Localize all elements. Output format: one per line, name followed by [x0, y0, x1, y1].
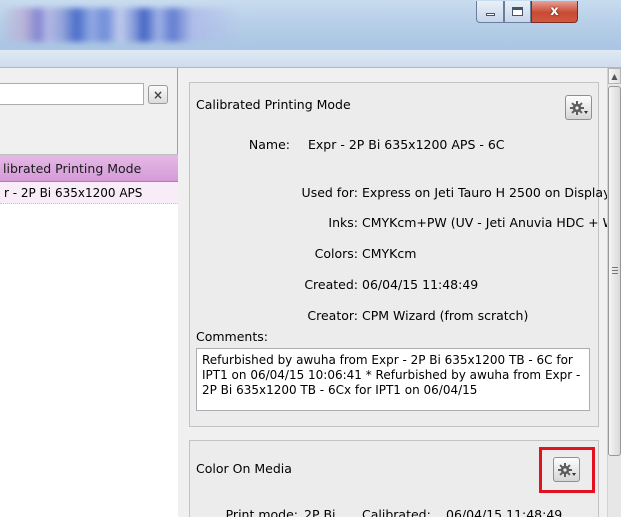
print-mode-value: 2P Bi [304, 507, 336, 517]
used-for-label: Used for: [301, 185, 358, 200]
cpm-card: Calibrated Printing Mode Name: Expr - 2P… [189, 82, 621, 427]
used-for-value: Express on Jeti Tauro H 2500 on Display [362, 185, 611, 200]
scrollbar-thumb[interactable] [608, 86, 621, 456]
cpm-gear-button[interactable] [565, 95, 592, 120]
minimize-button[interactable] [476, 1, 504, 23]
comments-textarea[interactable]: Refurbished by awuha from Expr - 2P Bi 6… [196, 348, 590, 411]
maximize-button[interactable] [504, 1, 531, 23]
created-value: 06/04/15 11:48:49 [362, 277, 479, 292]
list-item[interactable]: r - 2P Bi 635x1200 APS [0, 182, 178, 204]
close-icon: × [152, 87, 164, 102]
minimize-icon [485, 13, 495, 16]
name-label: Name: [248, 137, 290, 152]
colors-value: CMYKcm [362, 246, 417, 261]
search-input[interactable] [0, 83, 144, 105]
arrow-up-icon: ▲ [611, 71, 618, 81]
app-icon-strip [0, 8, 240, 42]
title-bar: x [0, 0, 621, 50]
cpm-list: librated Printing Mode r - 2P Bi 635x120… [0, 154, 178, 517]
close-icon: x [550, 4, 559, 19]
calibrated-value: 06/04/15 11:48:49 [446, 507, 563, 517]
calibrated-label: Calibrated: [362, 507, 431, 517]
highlight-box [539, 447, 595, 493]
cpm-card-title: Calibrated Printing Mode [196, 97, 351, 112]
scroll-up-button[interactable]: ▲ [608, 68, 621, 84]
colors-label: Colors: [314, 246, 358, 261]
gear-dropdown-icon [569, 100, 588, 115]
close-button[interactable]: x [531, 1, 578, 23]
clear-search-button[interactable]: × [148, 85, 168, 104]
maximize-icon [512, 7, 523, 16]
comments-label: Comments: [196, 329, 268, 344]
name-value: Expr - 2P Bi 635x1200 APS - 6C [308, 137, 505, 152]
details-pane: Calibrated Printing Mode Name: Expr - 2P… [179, 68, 621, 517]
inks-label: Inks: [328, 215, 358, 230]
creator-value: CPM Wizard (from scratch) [362, 308, 529, 323]
inks-value: CMYKcm+PW (UV - Jeti Anuvia HDC + White [362, 215, 621, 230]
grip-icon [612, 267, 618, 274]
left-pane: × librated Printing Mode r - 2P Bi 635x1… [0, 68, 178, 517]
vertical-scrollbar[interactable]: ▲ [607, 68, 621, 517]
print-mode-label: Print mode: [225, 507, 298, 517]
list-column-header[interactable]: librated Printing Mode [0, 155, 178, 182]
com-card-title: Color On Media [196, 461, 292, 476]
creator-label: Creator: [307, 308, 358, 323]
toolbar-strip [0, 50, 621, 68]
created-label: Created: [304, 277, 358, 292]
color-on-media-card: Color On Media Print mode: 2P Bi Calibra… [189, 440, 599, 517]
